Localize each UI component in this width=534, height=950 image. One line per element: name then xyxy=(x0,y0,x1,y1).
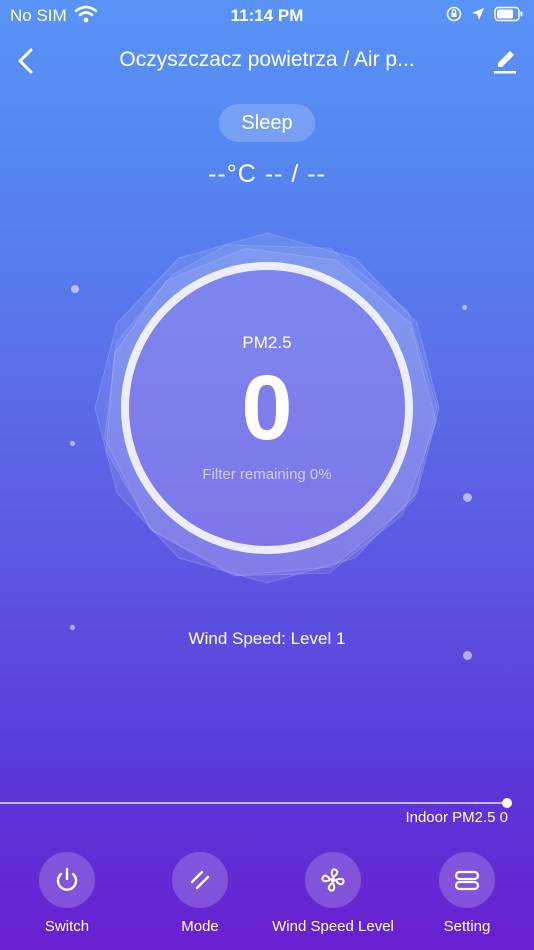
filter-remaining: Filter remaining 0% xyxy=(202,466,332,483)
wind-speed-level-label: Wind Speed Level xyxy=(272,918,394,935)
decor-dot xyxy=(462,305,467,310)
fan-icon[interactable] xyxy=(305,852,361,908)
mode-badge[interactable]: Sleep xyxy=(219,104,315,142)
wind-speed-level-button[interactable]: Wind Speed Level xyxy=(268,852,398,935)
nav-bar: Oczyszczacz powietrza / Air p... xyxy=(0,40,534,84)
settings-icon[interactable] xyxy=(439,852,495,908)
indoor-pm25-point xyxy=(502,798,512,808)
temperature-readout: --°C -- / -- xyxy=(208,160,326,188)
pm25-label: PM2.5 xyxy=(242,333,292,352)
edit-icon[interactable] xyxy=(492,46,518,76)
decor-dot xyxy=(463,651,472,660)
status-bar: No SIM 11:14 PM xyxy=(0,0,534,30)
indoor-pm25-label: Indoor PM2.5 0 xyxy=(405,809,508,826)
indoor-pm25-line xyxy=(0,802,508,804)
power-icon[interactable] xyxy=(39,852,95,908)
orientation-lock-icon xyxy=(446,6,462,27)
switch-label: Switch xyxy=(44,918,90,935)
page-title: Oczyszczacz powietrza / Air p... xyxy=(119,48,415,71)
setting-label: Setting xyxy=(443,918,491,935)
mode-button[interactable]: Mode xyxy=(135,852,265,935)
wind-speed-text: Wind Speed: Level 1 xyxy=(188,629,346,648)
mode-label: Mode xyxy=(181,918,219,935)
pm25-value: 0 xyxy=(241,357,293,459)
location-icon xyxy=(470,6,486,27)
back-icon[interactable] xyxy=(14,46,38,76)
setting-button[interactable]: Setting xyxy=(402,852,532,935)
bottom-toolbar: Switch Mode Wind Speed Level Setting xyxy=(0,846,534,950)
decor-dot xyxy=(463,493,472,502)
mode-icon[interactable] xyxy=(172,852,228,908)
decor-dot xyxy=(71,285,79,293)
switch-button[interactable]: Switch xyxy=(2,852,132,935)
battery-icon xyxy=(494,6,524,27)
